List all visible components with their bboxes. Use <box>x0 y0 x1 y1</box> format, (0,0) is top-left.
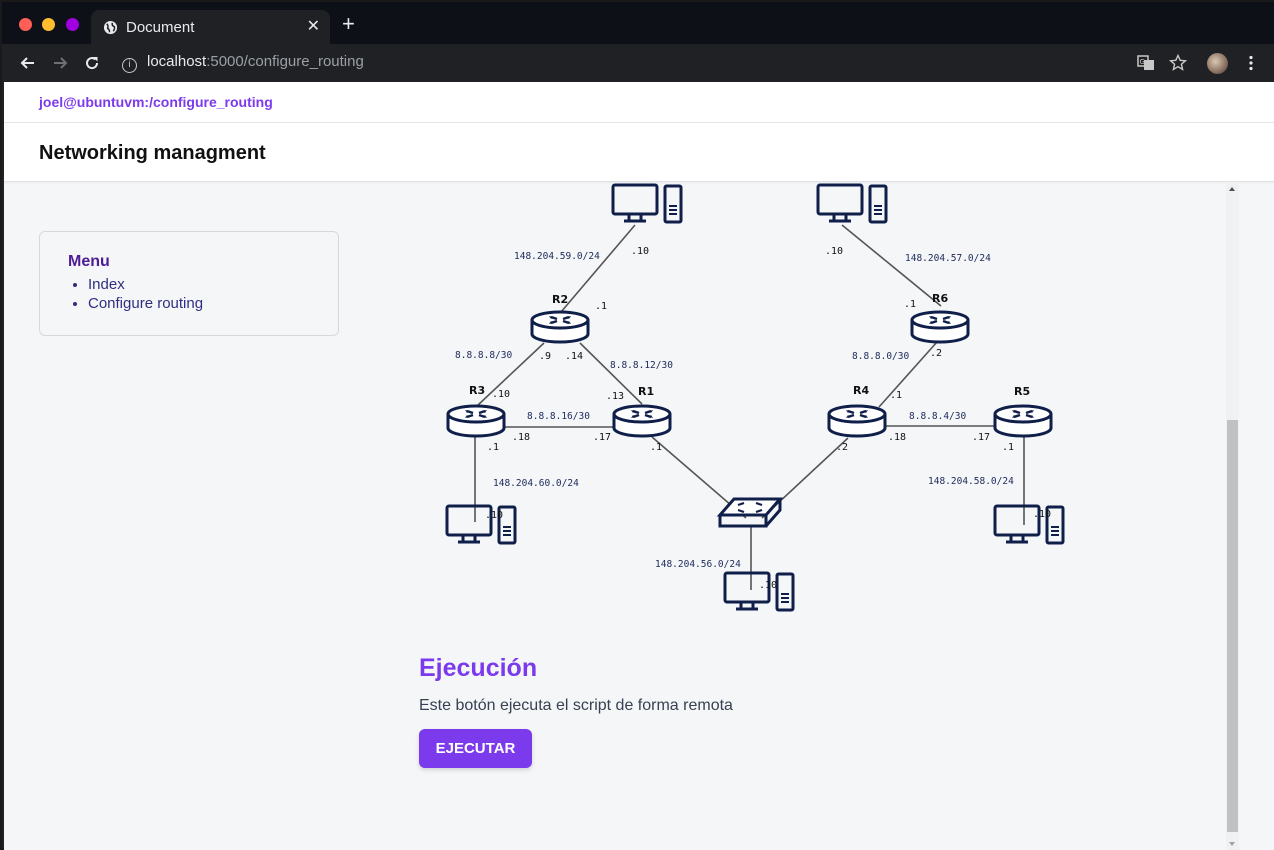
new-tab-button[interactable]: + <box>342 13 355 35</box>
network-label: 148.204.58.0/24 <box>928 476 1014 487</box>
host-pc-icon <box>816 183 888 224</box>
tab-close-icon[interactable]: ✕ <box>307 16 320 36</box>
page-header: Networking managment <box>4 123 1274 182</box>
link-pc-r6 <box>841 224 942 307</box>
host-address-label: .10 <box>631 246 649 257</box>
router-r6-icon <box>910 310 970 344</box>
url-host: localhost <box>147 53 207 70</box>
title-bar: Document ✕ + <box>2 2 1274 45</box>
page-content: joel@ubuntuvm:/configure_routing Network… <box>4 82 1274 850</box>
network-label: 148.204.56.0/24 <box>655 559 741 570</box>
minimize-window-button[interactable] <box>42 18 55 31</box>
host-address-label: .10 <box>759 580 777 591</box>
network-label: 8.8.8.4/30 <box>909 411 966 422</box>
tab-title: Document <box>126 19 195 36</box>
browser-tab[interactable]: Document ✕ <box>91 10 330 45</box>
host-pc-icon <box>993 504 1065 545</box>
host-address-label: .10 <box>825 246 843 257</box>
router-r2-icon <box>530 310 590 344</box>
router-label: R3 <box>469 384 485 397</box>
host-address-label: .1 <box>650 442 662 453</box>
router-r5-icon <box>993 404 1053 438</box>
host-address-label: .1 <box>1002 442 1014 453</box>
scroll-up-arrow-icon[interactable] <box>1229 187 1235 191</box>
network-label: 8.8.8.12/30 <box>610 360 673 371</box>
bookmark-star-icon[interactable] <box>1169 54 1187 72</box>
network-label: 8.8.8.0/30 <box>852 351 909 362</box>
host-address-label: .1 <box>595 301 607 312</box>
svg-text:G: G <box>1140 58 1145 66</box>
host-pc-icon <box>611 183 683 224</box>
section-title: Ejecución <box>419 654 538 682</box>
host-address-label: .1 <box>904 299 916 310</box>
globe-icon <box>103 20 118 35</box>
scroll-down-arrow-icon[interactable] <box>1229 842 1235 846</box>
vertical-scrollbar[interactable] <box>1226 182 1239 850</box>
host-address-label: .2 <box>836 442 848 453</box>
host-address-label: .9 <box>539 351 551 362</box>
more-menu-icon[interactable] <box>1242 54 1260 72</box>
switch-icon <box>718 497 782 528</box>
network-diagram: R2 R6 R3 R1 R4 R5 148.204.59.0/24 148.20… <box>445 183 1065 612</box>
forward-icon[interactable] <box>50 53 70 73</box>
host-address-label: .18 <box>888 432 906 443</box>
router-label: R2 <box>552 293 568 306</box>
user-bar: joel@ubuntuvm:/configure_routing <box>4 82 1274 123</box>
network-label: 8.8.8.16/30 <box>527 411 590 422</box>
network-label: 148.204.60.0/24 <box>493 478 579 489</box>
host-address-label: .18 <box>512 432 530 443</box>
section-description: Este botón ejecuta el script de forma re… <box>419 697 733 714</box>
router-label: R5 <box>1014 385 1030 398</box>
host-address-label: .10 <box>485 510 503 521</box>
router-r4-icon <box>827 404 887 438</box>
router-label: R4 <box>853 384 869 397</box>
browser-window: Document ✕ + i localhost:5000/configure_r… <box>0 0 1274 850</box>
network-label: 8.8.8.8/30 <box>455 350 512 361</box>
network-label: 148.204.57.0/24 <box>905 253 991 264</box>
address-bar[interactable]: i localhost:5000/configure_routing <box>122 53 364 73</box>
site-info-icon[interactable]: i <box>122 58 137 73</box>
execute-button[interactable]: EJECUTAR <box>419 729 532 768</box>
host-address-label: .17 <box>593 432 611 443</box>
host-pc-icon <box>723 571 795 612</box>
link-pc-r2 <box>560 224 636 313</box>
maximize-window-button[interactable] <box>66 18 79 31</box>
reload-icon[interactable] <box>82 53 102 73</box>
browser-toolbar: i localhost:5000/configure_routing G <box>2 44 1274 82</box>
host-pc-icon <box>445 504 517 545</box>
links <box>474 224 1025 590</box>
host-address-label: .14 <box>565 351 583 362</box>
host-address-label: .2 <box>930 348 942 359</box>
close-window-button[interactable] <box>19 18 32 31</box>
host-address-label: .10 <box>492 389 510 400</box>
host-address-label: .17 <box>972 432 990 443</box>
router-label: R6 <box>932 292 948 305</box>
back-icon[interactable] <box>18 53 38 73</box>
profile-avatar[interactable] <box>1207 53 1228 74</box>
router-label: R1 <box>638 385 654 398</box>
network-label: 148.204.59.0/24 <box>514 251 600 262</box>
page-title: Networking managment <box>39 142 266 164</box>
url-path: :5000/configure_routing <box>206 53 364 70</box>
scrollbar-thumb[interactable] <box>1227 420 1238 832</box>
host-address-label: .13 <box>606 391 624 402</box>
host-address-label: .1 <box>890 390 902 401</box>
host-address-label: .1 <box>487 442 499 453</box>
user-path: joel@ubuntuvm:/configure_routing <box>39 94 273 110</box>
translate-icon[interactable]: G <box>1137 54 1155 72</box>
host-address-label: .10 <box>1033 509 1051 520</box>
router-r1-icon <box>612 404 672 438</box>
router-r3-icon <box>446 404 506 438</box>
